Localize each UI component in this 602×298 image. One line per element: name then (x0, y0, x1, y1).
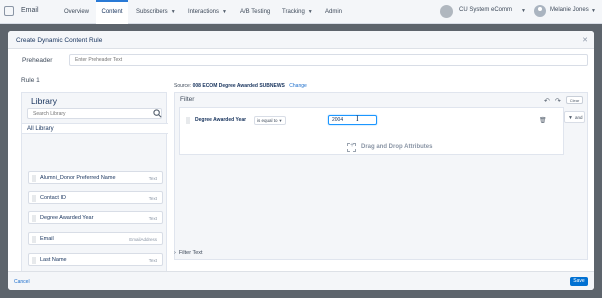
tab-interactions[interactable]: Interactions ▼ (188, 0, 227, 24)
library-attribute-item[interactable]: Alumni_Donor Preferred Name Text (28, 171, 163, 184)
rule-label: Rule 1 (21, 77, 40, 84)
chevron-right-icon: › (174, 250, 176, 256)
logic-operator-toggle[interactable]: ▼ and (564, 111, 585, 123)
attribute-name: Degree Awarded Year (40, 215, 94, 221)
modal-title: Create Dynamic Content Rule (16, 37, 103, 44)
undo-icon[interactable]: ↶ (544, 97, 550, 105)
tab-subscribers-label: Subscribers (136, 9, 168, 15)
filter-drop-zone[interactable]: Degree Awarded Year is equal to▼ I 🗑 Dra… (179, 107, 564, 155)
search-icon[interactable] (153, 109, 162, 118)
attribute-name: Alumni_Donor Preferred Name (40, 175, 116, 181)
app-name[interactable]: Email (21, 7, 39, 14)
source-prefix: Source: (174, 83, 192, 89)
tab-subscribers[interactable]: Subscribers ▼ (136, 0, 176, 24)
redo-icon[interactable]: ↷ (555, 97, 561, 105)
user-name[interactable]: Melanie Jones (550, 7, 589, 13)
tab-content[interactable]: Content (96, 0, 128, 24)
library-title: Library (31, 96, 57, 106)
library-all-label: All Library (27, 126, 54, 132)
condition-attribute: Degree Awarded Year (195, 117, 247, 123)
library-attribute-item[interactable]: Contact ID Text (28, 191, 163, 204)
close-icon[interactable]: ✕ (582, 36, 588, 44)
library-panel: Library All Library Alumni_Donor Preferr… (21, 92, 168, 272)
chevron-down-icon[interactable]: ▼ (521, 8, 526, 14)
condition-value-input[interactable] (328, 115, 377, 125)
tab-admin[interactable]: Admin (325, 0, 342, 24)
drag-handle-icon[interactable] (186, 117, 190, 124)
attribute-type: Text (148, 196, 157, 201)
chevron-down-icon: ▼ (278, 118, 283, 123)
operator-select[interactable]: is equal to▼ (254, 116, 286, 125)
drag-handle-icon[interactable] (32, 175, 36, 182)
operator-value: is equal to (257, 118, 278, 123)
chevron-down-icon: ▼ (568, 115, 573, 121)
drag-drop-icon (347, 142, 356, 152)
drop-hint: Drag and Drop Attributes (361, 144, 433, 150)
tab-overview[interactable]: Overview (64, 0, 89, 24)
dynamic-content-rule-modal: Create Dynamic Content Rule ✕ Preheader … (8, 31, 594, 290)
filter-text-label: Filter Text (178, 250, 203, 256)
app-switcher-icon[interactable] (4, 6, 14, 16)
modal-footer: Cancel Save (8, 271, 594, 290)
chevron-down-icon: ▼ (307, 9, 313, 15)
drag-handle-icon[interactable] (32, 257, 36, 264)
attribute-name: Last Name (40, 257, 67, 263)
logic-operator-label: and (574, 115, 583, 120)
chevron-down-icon: ▼ (222, 9, 227, 15)
change-source-link[interactable]: Change (289, 83, 307, 89)
library-attribute-item[interactable]: Email EmailAddress (28, 232, 163, 245)
library-search-input[interactable] (27, 108, 162, 119)
chevron-down-icon[interactable]: ▼ (591, 8, 596, 14)
text-cursor-icon: I (356, 114, 359, 123)
library-all-filter[interactable]: All Library (22, 123, 168, 134)
attribute-type: Text (148, 216, 157, 221)
chevron-down-icon: ▼ (170, 9, 176, 15)
tenant-logo-icon (440, 5, 453, 18)
source-line: Source: 008 ECOM Degree Awarded SUBNEWS … (174, 83, 307, 89)
tab-tracking[interactable]: Tracking ▼ (282, 0, 313, 24)
tenant-name[interactable]: CU System eComm (459, 7, 512, 13)
source-name: 008 ECOM Degree Awarded SUBNEWS (192, 83, 285, 89)
attribute-type: Text (148, 176, 157, 181)
user-avatar-icon[interactable] (534, 5, 546, 17)
attribute-type: Text (148, 258, 157, 263)
attribute-name: Contact ID (40, 195, 66, 201)
tab-interactions-label: Interactions (188, 9, 220, 15)
filter-panel: Filter ↶ ↷ Clear Degree Awarded Year is … (174, 92, 588, 260)
cancel-button[interactable]: Cancel (14, 279, 30, 285)
library-attribute-item[interactable]: Degree Awarded Year Text (28, 211, 163, 224)
modal-header: Create Dynamic Content Rule ✕ (8, 31, 594, 49)
save-button[interactable]: Save (570, 277, 588, 286)
attribute-name: Email (40, 236, 54, 242)
drag-handle-icon[interactable] (32, 195, 36, 202)
clear-button[interactable]: Clear (566, 96, 583, 104)
tab-ab-testing[interactable]: A/B Testing (240, 0, 270, 24)
drag-handle-icon[interactable] (32, 236, 36, 243)
preheader-label: Preheader (22, 57, 53, 64)
top-nav-bar: Email Overview Content Subscribers ▼ Inte… (0, 0, 602, 24)
filter-title: Filter (180, 96, 195, 103)
attribute-type: EmailAddress (129, 237, 157, 242)
filter-text-toggle[interactable]: › Filter Text (174, 250, 203, 256)
trash-icon[interactable]: 🗑 (539, 117, 547, 124)
drag-handle-icon[interactable] (32, 215, 36, 222)
preheader-input[interactable] (69, 54, 588, 66)
library-attribute-item[interactable]: Last Name Text (28, 253, 163, 266)
tab-tracking-label: Tracking (282, 9, 305, 15)
